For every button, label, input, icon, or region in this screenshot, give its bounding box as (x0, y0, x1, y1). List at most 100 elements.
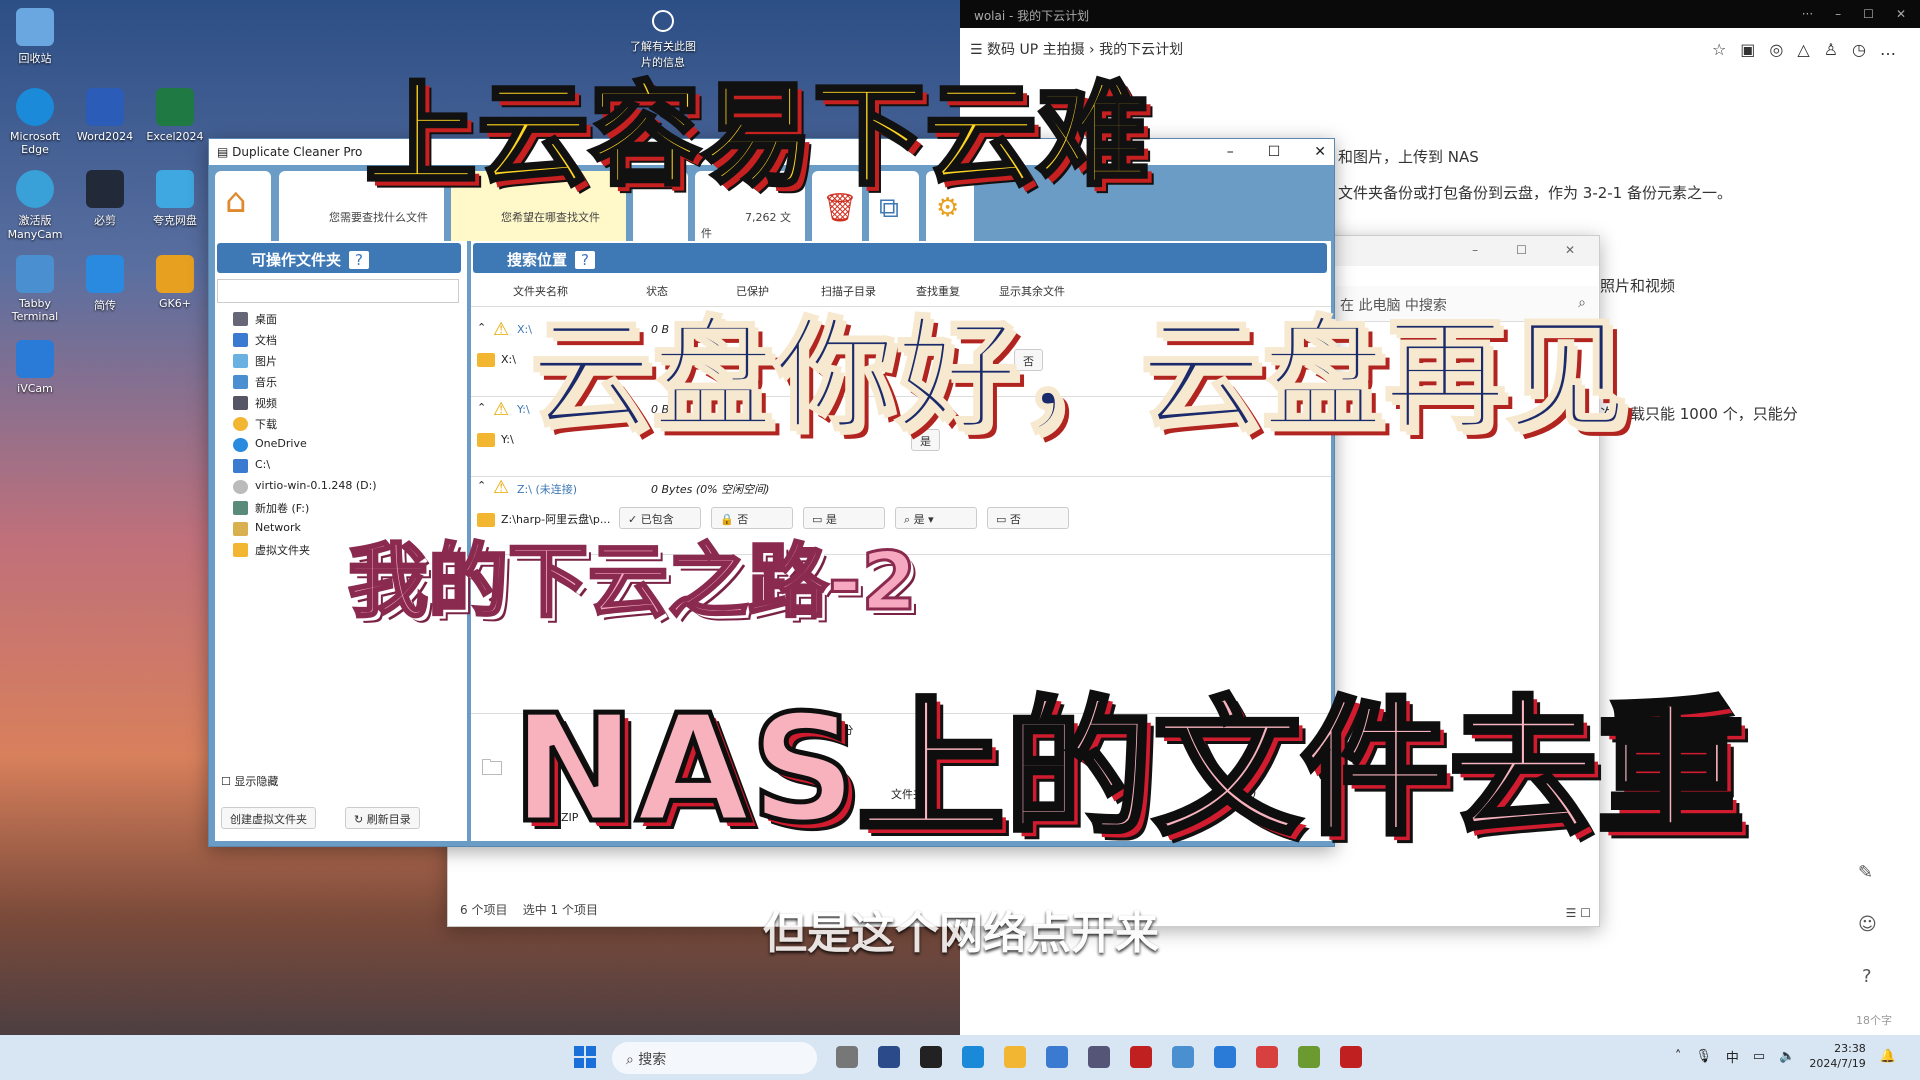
tree-item[interactable]: 图片 (215, 353, 455, 374)
home-tab[interactable]: ⌂ (215, 171, 271, 241)
desktop-icon-tabby[interactable]: Tabby Terminal (0, 255, 70, 323)
notification-bell-icon[interactable]: 🔔 (1880, 1049, 1896, 1064)
word-count: 18个字 (1856, 1014, 1892, 1027)
collapse-icon[interactable]: ⌃ (477, 479, 486, 492)
tree-item[interactable]: 桌面 (215, 311, 455, 332)
close-button[interactable]: ✕ (1896, 7, 1906, 21)
quark-cloud-icon (156, 170, 194, 208)
more-icon[interactable]: … (1880, 40, 1910, 59)
show-hidden-checkbox[interactable]: ☐ 显示隐藏 (221, 773, 278, 789)
tree-item[interactable]: 音乐 (215, 374, 455, 395)
help-button[interactable]: ? (575, 251, 596, 269)
maximize-button[interactable]: ☐ (1863, 7, 1874, 21)
close-button[interactable]: ✕ (1565, 243, 1575, 259)
help-button[interactable]: ? (349, 251, 370, 269)
subdirs-button[interactable]: ▭ 是 (803, 507, 885, 529)
start-button[interactable] (574, 1046, 596, 1068)
word-icon (86, 88, 124, 126)
user-add-icon[interactable]: ♙ (1824, 40, 1852, 59)
microphone-icon[interactable]: 🎙 (1695, 1049, 1712, 1064)
desktop-icon-gk6[interactable]: GK6+ (140, 255, 210, 310)
folder-search-icon: 🗀 (481, 756, 504, 781)
col-protected[interactable]: 已保护 (736, 283, 769, 299)
create-virtual-folder-button[interactable]: 创建虚拟文件夹 (221, 807, 316, 829)
jianchuan-icon (86, 255, 124, 293)
volume-icon[interactable]: 🔈 (1779, 1049, 1795, 1064)
taskbar-app-icon[interactable] (1046, 1046, 1068, 1068)
find-dup-dropdown[interactable]: ⌕ 是 ▾ (895, 507, 977, 529)
col-show-other[interactable]: 显示其余文件 (999, 283, 1065, 299)
taskbar-app-icon[interactable] (1298, 1046, 1320, 1068)
show-other-button[interactable]: ▭ 否 (987, 507, 1069, 529)
close-button[interactable]: ✕ (1314, 144, 1326, 160)
taskbar-app-icon[interactable] (1340, 1046, 1362, 1068)
col-find-dup[interactable]: 查找重复 (916, 283, 960, 299)
tree-item[interactable]: 新加卷 (F:) (215, 500, 455, 521)
taskbar-app-icon[interactable] (1172, 1046, 1194, 1068)
desktop-icon-ivcam[interactable]: iVCam (0, 340, 70, 395)
tree-item[interactable]: 视频 (215, 395, 455, 416)
taskbar-app-icon[interactable] (962, 1046, 984, 1068)
tree-item[interactable]: 文档 (215, 332, 455, 353)
doc-line: 照片和视频 (1600, 277, 1676, 295)
desktop-icon-quark[interactable]: 夸克网盘 (140, 170, 210, 228)
more-icon[interactable]: ··· (1802, 7, 1813, 21)
menu-icon[interactable]: ☰ (970, 42, 987, 58)
clock[interactable]: 23:38 2024/7/19 (1809, 1041, 1865, 1071)
gk6-icon (156, 255, 194, 293)
tree-item[interactable]: virtio-win-0.1.248 (D:) (215, 479, 455, 500)
excel-icon (156, 88, 194, 126)
desktop-icon-recycle-bin[interactable]: 回收站 (0, 8, 70, 66)
col-status[interactable]: 状态 (646, 283, 668, 299)
network-icon[interactable]: ▭ (1753, 1049, 1765, 1064)
help-icon[interactable]: ? (1862, 966, 1872, 987)
collapse-icon[interactable]: ⌃ (477, 321, 486, 334)
refresh-button[interactable]: ↻ 刷新目录 (345, 807, 420, 829)
taskbar-app-icon[interactable] (878, 1046, 900, 1068)
taskbar-app-icon[interactable] (920, 1046, 942, 1068)
maximize-button[interactable]: ☐ (1516, 243, 1527, 259)
col-subdirs[interactable]: 扫描子目录 (821, 283, 876, 299)
collapse-icon[interactable]: ⌃ (477, 401, 486, 414)
desktop-icon-word[interactable]: Word2024 (70, 88, 140, 143)
desktop-icon-edge[interactable]: Microsoft Edge (0, 88, 70, 156)
spotlight-info[interactable]: 了解有关此图片的信息 (628, 10, 698, 70)
present-icon[interactable]: ▣ (1740, 40, 1769, 59)
history-icon[interactable]: ◷ (1852, 40, 1880, 59)
desktop-icon-manycam[interactable]: 激活版 ManyCam (0, 170, 70, 241)
taskbar-app-icon[interactable] (1088, 1046, 1110, 1068)
star-icon[interactable]: ☆ (1712, 40, 1740, 59)
tree-item[interactable]: 下载 (215, 416, 455, 437)
taskbar-app-icon[interactable] (1130, 1046, 1152, 1068)
chevron-up-icon[interactable]: ˄ (1675, 1049, 1682, 1064)
edit-icon[interactable]: ✎ (1858, 862, 1873, 883)
taskbar-search[interactable]: ⌕ 搜索 (612, 1042, 817, 1074)
maximize-button[interactable]: ☐ (1268, 144, 1281, 160)
minimize-button[interactable]: – (1835, 7, 1841, 21)
taskbar-app-icon[interactable] (1004, 1046, 1026, 1068)
col-folder-name[interactable]: 文件夹名称 (513, 283, 568, 299)
ime-indicator[interactable]: 中 (1726, 1047, 1739, 1066)
desktop-icon-bijian[interactable]: 必剪 (70, 170, 140, 228)
status-button[interactable]: ✓ 已包含 (619, 507, 701, 529)
window-title: wolai - 我的下云计划 (974, 9, 1090, 23)
taskbar-app-icon[interactable] (1256, 1046, 1278, 1068)
desktop-icon-excel[interactable]: Excel2024 (140, 88, 210, 143)
minimize-button[interactable]: – (1227, 144, 1234, 160)
tree-item[interactable]: OneDrive (215, 437, 455, 458)
breadcrumb-item[interactable]: 数码 UP 主拍摄 (987, 42, 1085, 58)
minimize-button[interactable]: – (1472, 243, 1478, 259)
warning-icon: ⚠ (493, 477, 510, 498)
tabby-icon (16, 255, 54, 293)
protected-button[interactable]: 🔒 否 (711, 507, 793, 529)
taskbar-app-icon[interactable] (836, 1046, 858, 1068)
video-subtitle: 但是这个网络点开来 (763, 908, 1159, 959)
overlay-title-4: NAS上的文件去重 (510, 683, 1748, 855)
tree-item[interactable]: C:\ (215, 458, 455, 479)
breadcrumb-item[interactable]: 我的下云计划 (1099, 42, 1183, 58)
folder-filter-input[interactable] (217, 279, 459, 303)
comment-icon[interactable]: ◎ (1769, 40, 1797, 59)
taskbar-app-icon[interactable] (1214, 1046, 1236, 1068)
share-icon[interactable]: △ (1797, 40, 1823, 59)
desktop-icon-jianchuan[interactable]: 简传 (70, 255, 140, 313)
